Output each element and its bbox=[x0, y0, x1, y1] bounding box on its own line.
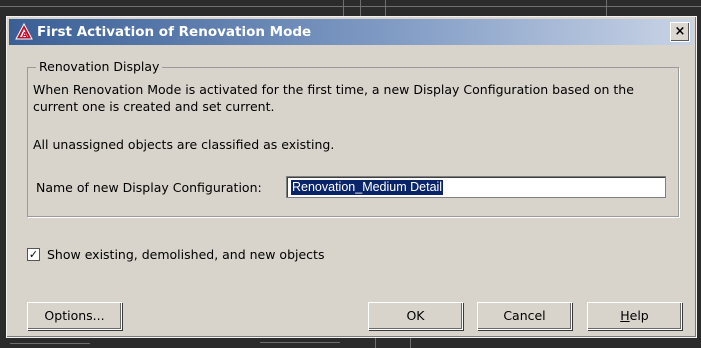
config-name-input[interactable]: Renovation_Medium Detail bbox=[286, 176, 666, 198]
unassigned-note: All unassigned objects are classified as… bbox=[33, 137, 335, 152]
background-line bbox=[385, 0, 386, 16]
help-button-label: elp bbox=[629, 308, 649, 323]
background-line bbox=[606, 0, 607, 16]
renovation-display-group: Renovation Display When Renovation Mode … bbox=[27, 59, 679, 217]
options-button[interactable]: Options... bbox=[27, 302, 122, 330]
description-line-1: When Renovation Mode is activated for th… bbox=[33, 82, 634, 97]
group-legend: Renovation Display bbox=[36, 59, 163, 74]
cancel-button-label: Cancel bbox=[503, 308, 546, 323]
app-warning-icon: A bbox=[15, 23, 33, 40]
background-line bbox=[0, 6, 701, 7]
show-objects-label[interactable]: Show existing, demolished, and new objec… bbox=[47, 247, 324, 262]
svg-text:A: A bbox=[22, 31, 28, 39]
background-line bbox=[360, 0, 361, 16]
help-mnemonic: H bbox=[620, 308, 630, 323]
close-icon: × bbox=[674, 24, 686, 39]
config-name-value: Renovation_Medium Detail bbox=[291, 180, 444, 195]
ok-button-label: OK bbox=[406, 308, 425, 323]
show-objects-checkbox[interactable]: ✓ bbox=[27, 248, 40, 261]
cancel-button[interactable]: Cancel bbox=[477, 302, 572, 330]
background-line bbox=[10, 343, 90, 344]
help-button[interactable]: Help bbox=[587, 302, 682, 330]
config-name-label: Name of new Display Configuration: bbox=[36, 180, 262, 195]
background-line bbox=[343, 0, 344, 16]
options-button-label: Options... bbox=[44, 308, 105, 323]
dialog-title: First Activation of Renovation Mode bbox=[37, 24, 312, 40]
title-bar[interactable]: A First Activation of Renovation Mode × bbox=[9, 19, 694, 45]
renovation-mode-dialog: A First Activation of Renovation Mode × … bbox=[6, 16, 697, 338]
description-line-2: current one is created and set current. bbox=[33, 99, 275, 114]
background-line bbox=[260, 342, 340, 343]
ok-button[interactable]: OK bbox=[368, 302, 463, 330]
checkmark-icon: ✓ bbox=[28, 248, 39, 261]
close-button[interactable]: × bbox=[670, 22, 690, 42]
